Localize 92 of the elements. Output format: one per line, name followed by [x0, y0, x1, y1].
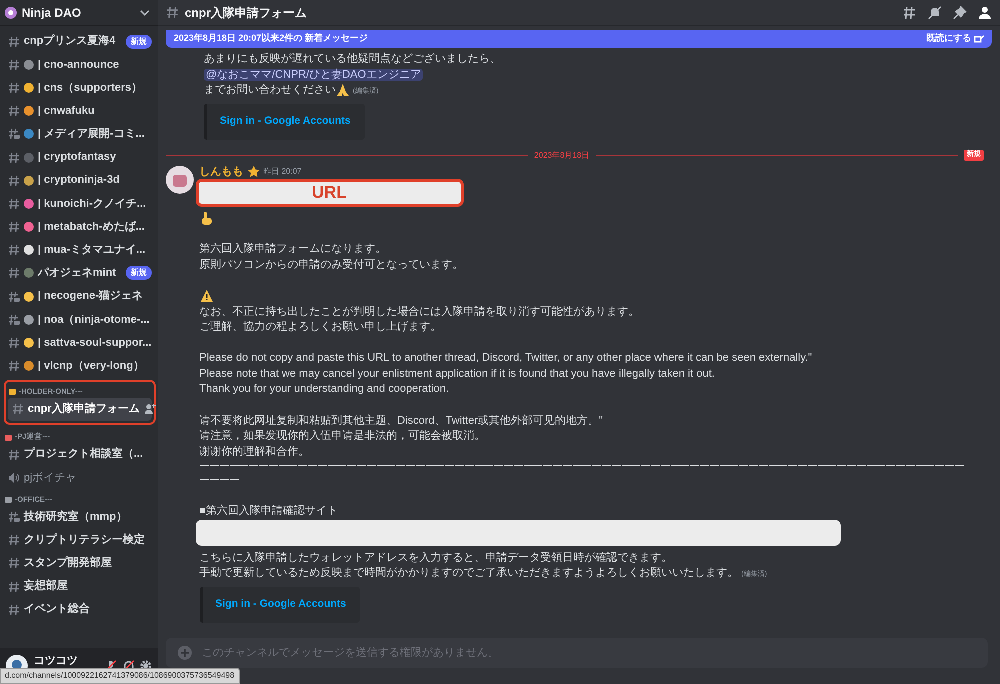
- hash-icon: [8, 198, 20, 210]
- hash-icon: [8, 557, 20, 570]
- channel-item[interactable]: 技術研究室（mmp）: [4, 505, 156, 529]
- hash-icon: [8, 534, 20, 546]
- status-url-tooltip: d.com/channels/1000922162741379086/1086900375736549498: [0, 668, 240, 684]
- pin-icon[interactable]: [953, 6, 967, 20]
- mark-read-link[interactable]: 既読にする: [926, 32, 972, 46]
- chevron-icon[interactable]: [140, 10, 150, 16]
- channel-item[interactable]: プロジェクト相談室（...: [4, 443, 156, 466]
- thread-hash-icon: [8, 128, 20, 140]
- hash-icon: [8, 604, 20, 616]
- avatar-icon[interactable]: [166, 166, 194, 194]
- thread-hash-icon: [8, 314, 20, 326]
- channel-item[interactable]: cnpプリンス夏海4 新規: [4, 30, 156, 54]
- hash-icon: [8, 244, 20, 256]
- channel-item[interactable]: | cns（supporters）: [4, 76, 156, 100]
- message-text: 请注意，如果发现你的入伍申请是非法的，可能会被取消。: [200, 430, 486, 442]
- dash-rule-text: ーーーーーーーーーーーーーーーーーーーーーーーーーーーーーーーーーーーーーーーーーーーーーーーーーーーーーーーーーーーーーーーーーーーーーーーーーーーーーーーーーー: [200, 460, 964, 488]
- channel-item[interactable]: パオジェネmint 新規: [4, 262, 156, 286]
- hash-icon: [8, 221, 20, 234]
- channel-item[interactable]: pjボイチャ: [4, 466, 156, 490]
- channel-item[interactable]: | metabatch-めたば...: [4, 216, 156, 239]
- hash-icon: [8, 337, 20, 350]
- channel-item[interactable]: | noa（ninja-otome-...: [4, 308, 156, 332]
- message-text: こちらに入隊申請したウォレットアドレスを入力すると、申請データ受領日時が確認できます。: [200, 552, 672, 564]
- date-divider-label: 2023年8月18日: [534, 150, 590, 162]
- mark-read-icon[interactable]: [974, 34, 984, 44]
- hash-icon: [8, 105, 20, 118]
- hash-icon: [8, 580, 20, 593]
- message-text: までお問い合わせください: [204, 84, 336, 96]
- message-text: 手動で更新しているため反映まで時間がかかりますのでご了承いただきますようよろしくお願いいたします。: [200, 567, 738, 580]
- message-text: Thank you for your understanding and cooperation.: [200, 383, 449, 396]
- author-name[interactable]: しんもも: [200, 164, 244, 180]
- message-text: 谢谢你的理解和合作。: [200, 446, 310, 458]
- message-text: 原則パソコンからの申請のみ受付可となっています。: [200, 258, 464, 271]
- server-icon: [5, 6, 17, 18]
- hash-icon: [166, 6, 179, 19]
- new-badge: 新規: [126, 266, 152, 280]
- message-text: あまりにも反映が遅れている他疑問点などございましたら、: [204, 53, 501, 65]
- channel-item[interactable]: | メディア展開-コミ...: [4, 122, 156, 146]
- url-annotation: URL: [196, 178, 464, 207]
- pointing-hand-icon: [200, 210, 214, 226]
- bell-muted-icon[interactable]: [928, 6, 942, 20]
- channel-item[interactable]: | mua-ミタマユナイ...: [4, 238, 156, 262]
- channel-item[interactable]: スタンプ開発部屋: [4, 552, 156, 575]
- praying-hands-icon: [336, 83, 350, 98]
- server-name[interactable]: Ninja DAO: [22, 4, 82, 22]
- channel-item[interactable]: | necogene-猫ジェネ: [4, 285, 156, 308]
- hash-icon: [8, 58, 20, 71]
- hash-icon: [8, 448, 20, 461]
- message-text: Please note that we may cancel your enlistment application if it is found that you have illegally taken it out.: [200, 368, 715, 380]
- user-mention[interactable]: @なおこママ/CNPR/ひと妻DAOエンジニア: [204, 68, 424, 81]
- hash-icon: [8, 82, 20, 94]
- channel-item[interactable]: | cryptofantasy: [4, 146, 156, 170]
- speaker-icon: [8, 472, 20, 484]
- members-icon[interactable]: [978, 6, 992, 20]
- hash-icon: [8, 36, 20, 48]
- hash-icon: [8, 360, 20, 372]
- embed-link[interactable]: Sign in - Google Accounts: [204, 104, 365, 140]
- channel-item[interactable]: イベント総合: [4, 598, 156, 622]
- channel-item[interactable]: | cnwafuku: [4, 100, 156, 123]
- message-text: ■第六回入隊申請確認サイト: [200, 505, 338, 518]
- hash-icon: [8, 152, 20, 164]
- channel-title: cnpr入隊申請フォーム: [185, 4, 308, 22]
- message-text: 请不要将此网址复制和粘贴到其他主题、Discord、Twitter或其他外部可见的地方。": [200, 414, 604, 427]
- hash-icon: [12, 403, 24, 416]
- channel-item[interactable]: | sattva-soul-suppor...: [4, 331, 156, 355]
- embed-link[interactable]: Sign in - Google Accounts: [200, 586, 360, 623]
- message-text: ご理解、協力の程よろしくお願い申し上げます。: [200, 321, 442, 334]
- new-badge: 新規: [126, 34, 152, 49]
- message-time: 昨日 20:07: [264, 166, 302, 178]
- composer-placeholder: このチャンネルでメッセージを送信する権限がありません。: [202, 646, 499, 661]
- channel-item[interactable]: 妄想部屋: [4, 574, 156, 598]
- channel-item[interactable]: | vlcnp（very-long）: [4, 354, 156, 378]
- add-member-icon[interactable]: [144, 403, 156, 416]
- hash-icon: [8, 174, 20, 187]
- new-messages-bar[interactable]: 2023年8月18日 20:07以来2件の 新着メッセージ 既読にする: [166, 30, 992, 48]
- star-icon: [248, 166, 260, 178]
- thread-hash-icon: [8, 290, 20, 303]
- message-text: なお、不正に持ち出したことが判明した場合には入隊申請を取り消す可能性があります。: [200, 306, 640, 318]
- user-name: コツコツ: [34, 654, 78, 669]
- new-messages-text: 2023年8月18日 20:07以来2件の 新着メッセージ: [174, 32, 368, 46]
- channel-item[interactable]: クリプトリテラシー検定: [4, 528, 156, 552]
- channel-item[interactable]: | kunoichi-クノイチ...: [4, 192, 156, 216]
- message-text: 第六回入隊申請フォームになります。: [200, 243, 386, 256]
- channel-item[interactable]: | cno-announce: [4, 53, 156, 76]
- thread-hash-icon: [8, 510, 20, 523]
- channel-item[interactable]: | cryptoninja-3d: [4, 169, 156, 192]
- threads-icon[interactable]: [903, 6, 917, 20]
- warning-icon: [200, 289, 214, 303]
- message-text: Please do not copy and paste this URL to another thread, Discord, Twitter, or any other place where it can be seen externally.": [200, 352, 812, 364]
- hash-icon: [8, 267, 20, 280]
